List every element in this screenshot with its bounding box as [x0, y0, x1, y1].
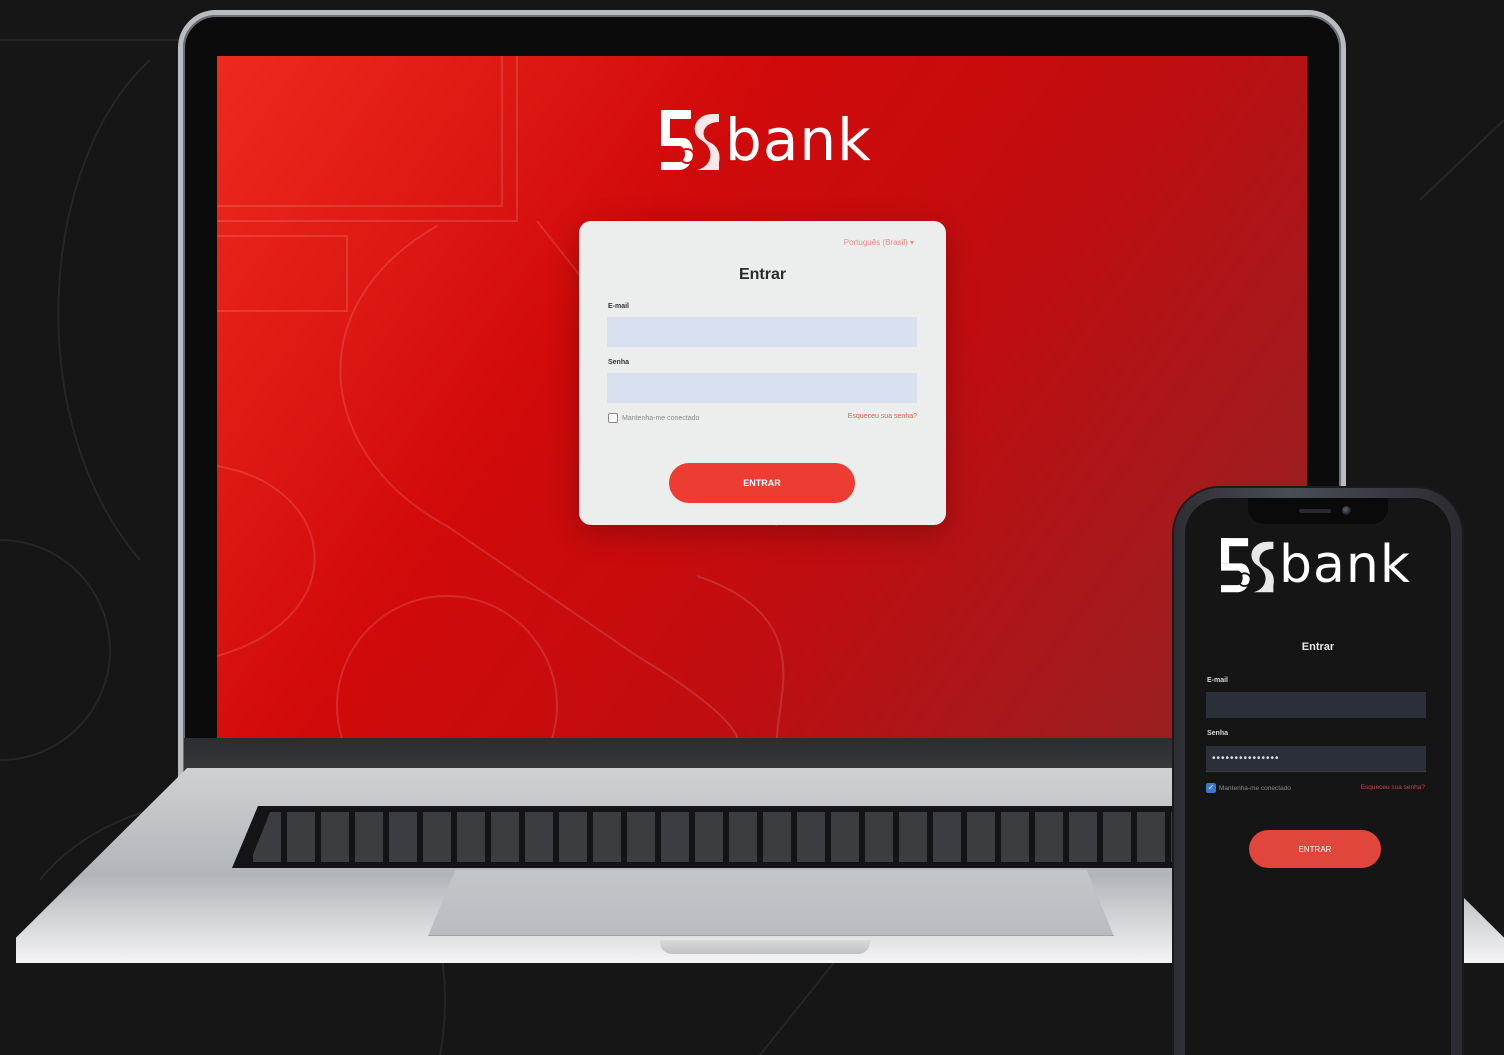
phone-password-label: Senha	[1207, 730, 1229, 737]
phone-notch	[1248, 498, 1388, 524]
brand-wordmark: bank	[725, 106, 872, 174]
forgot-password-link[interactable]: Esqueceu sua senha?	[848, 413, 917, 420]
brand-wordmark: bank	[1279, 535, 1411, 595]
laptop-notch	[660, 940, 870, 954]
login-card: Português (Brasil) ▾ Entrar E-mail Senha…	[579, 221, 946, 525]
login-submit-button[interactable]: ENTRAR	[669, 463, 855, 503]
phone-login-title: Entrar	[1301, 641, 1335, 653]
password-input[interactable]	[607, 373, 917, 403]
5s-logo-icon	[661, 110, 720, 170]
phone-remember-me-label: Mantenha-me conectado	[1219, 784, 1291, 792]
phone-email-label: E-mail	[1207, 677, 1229, 684]
login-title: Entrar	[738, 266, 787, 283]
laptop-trackpad	[428, 870, 1114, 936]
camera-icon	[1342, 506, 1351, 515]
phone-email-input[interactable]	[1206, 692, 1426, 718]
email-input[interactable]	[607, 317, 917, 347]
5s-logo-icon	[1221, 538, 1274, 593]
phone-brand-logo: bank	[1221, 535, 1411, 598]
phone-login-submit-button[interactable]: ENTRAR	[1249, 830, 1381, 868]
remember-me-checkbox[interactable]	[608, 413, 618, 423]
phone-forgot-password-link[interactable]: Esqueceu sua senha?	[1361, 784, 1425, 791]
speaker-icon	[1299, 509, 1331, 513]
remember-me-row: Mantenha-me conectado	[608, 413, 699, 423]
laptop-brand-logo: bank	[661, 106, 872, 176]
phone-remember-me-checkbox[interactable]: ✓	[1206, 783, 1216, 793]
phone-password-input[interactable]	[1206, 746, 1426, 772]
language-selector[interactable]: Português (Brasil) ▾	[844, 238, 914, 247]
keyboard-keys	[250, 812, 1254, 862]
phone-remember-me-row: ✓ Mantenha-me conectado	[1206, 783, 1291, 793]
remember-me-label: Mantenha-me conectado	[622, 414, 700, 422]
email-label: E-mail	[608, 303, 630, 310]
password-label: Senha	[608, 359, 630, 366]
phone-screen: bank Entrar E-mail Senha ✓ Mantenha-me c…	[1185, 498, 1451, 1055]
